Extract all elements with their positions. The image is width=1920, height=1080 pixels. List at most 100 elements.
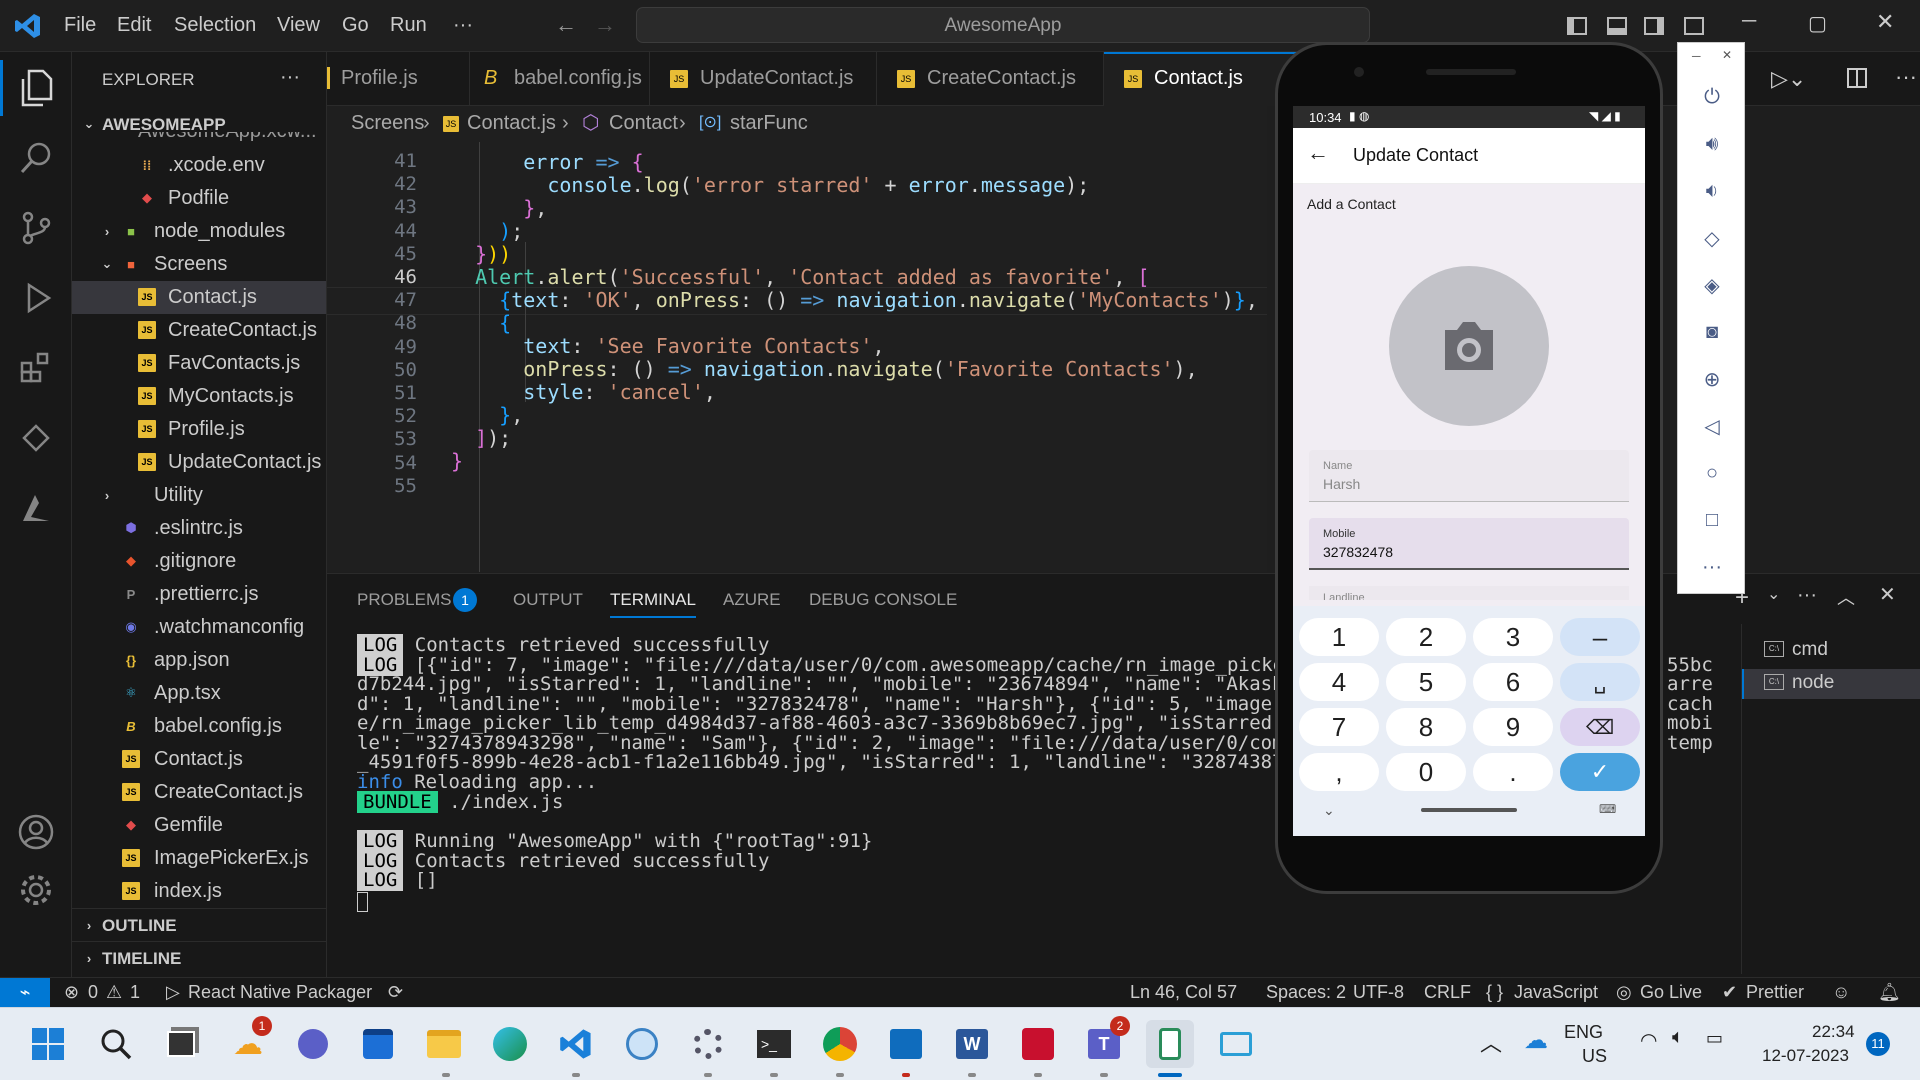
landline-field[interactable]: Landline — [1309, 586, 1629, 600]
key-6[interactable]: 6 — [1473, 663, 1553, 701]
overview-nav-icon[interactable]: □ — [1698, 506, 1726, 534]
word-icon[interactable]: W — [948, 1020, 996, 1068]
tree-item-babel-config[interactable]: Bbabel.config.js — [72, 710, 326, 743]
weather-widget-icon[interactable]: ☁ 1 — [224, 1016, 272, 1068]
tree-folder-screens[interactable]: ⌄ ■ Screens — [72, 248, 326, 281]
testing-icon[interactable] — [14, 416, 58, 460]
tree-item-updatecontact[interactable]: JS UpdateContact.js — [72, 446, 326, 479]
breadcrumb-symbol[interactable]: Contact — [609, 112, 678, 135]
key-0[interactable]: 0 — [1386, 753, 1466, 791]
toggle-secondary-sidebar-icon[interactable] — [1644, 17, 1664, 35]
error-count[interactable]: 0 — [88, 982, 98, 1003]
screenshot-camera-icon[interactable]: ◙ — [1698, 318, 1726, 346]
outlook-icon[interactable] — [882, 1020, 930, 1068]
tree-item-prettierrc[interactable]: P .prettierrc.js — [72, 578, 326, 611]
tree-item-favcontacts[interactable]: JS FavContacts.js — [72, 347, 326, 380]
menu-selection[interactable]: Selection — [174, 14, 256, 37]
tree-item-xcode-env[interactable]: ⁞⁞ .xcode.env — [72, 149, 326, 182]
volume-up-icon[interactable]: 🔊︎ — [1698, 130, 1726, 158]
tab-updatecontact[interactable]: JS UpdateContact.js — [650, 52, 877, 106]
terminal-item-cmd[interactable]: C:\ cmd — [1742, 636, 1920, 666]
key-7[interactable]: 7 — [1299, 708, 1379, 746]
panel-more-icon[interactable]: ··· — [1797, 584, 1817, 607]
feedback-icon[interactable]: ☺ — [1832, 982, 1850, 1003]
tree-item-podfile[interactable]: ◆ Podfile — [72, 182, 326, 215]
account-icon[interactable] — [14, 810, 58, 854]
key-period[interactable]: . — [1473, 753, 1553, 791]
key-9[interactable]: 9 — [1473, 708, 1553, 746]
breadcrumb-function[interactable]: starFunc — [730, 112, 808, 135]
key-2[interactable]: 2 — [1386, 618, 1466, 656]
back-nav-icon[interactable]: ◁ — [1698, 412, 1726, 440]
hide-keyboard-icon[interactable]: ⌄ — [1323, 802, 1335, 819]
name-field[interactable]: Name Harsh — [1309, 450, 1629, 502]
zoom-icon[interactable]: ⊕ — [1698, 365, 1726, 393]
tree-item-profile[interactable]: JS Profile.js — [72, 413, 326, 446]
cursor-position[interactable]: Ln 46, Col 57 — [1130, 982, 1237, 1003]
breadcrumb-screens[interactable]: Screens — [351, 112, 424, 135]
search-icon[interactable] — [92, 1020, 140, 1068]
notifications-bell-icon[interactable]: 🔔︎ — [1878, 982, 1901, 1003]
close-icon[interactable]: ✕ — [1722, 48, 1732, 62]
customize-layout-icon[interactable] — [1684, 17, 1704, 35]
key-5[interactable]: 5 — [1386, 663, 1466, 701]
tree-item-createcontact-root[interactable]: JS CreateContact.js — [72, 776, 326, 809]
teams-chat-icon[interactable] — [289, 1020, 337, 1068]
errors-icon[interactable]: ⊗ — [64, 982, 79, 1003]
tree-item-watchmanconfig[interactable]: ◉ .watchmanconfig — [72, 611, 326, 644]
go-live[interactable]: Go Live — [1640, 982, 1702, 1003]
more-icon[interactable]: ··· — [1698, 553, 1726, 581]
clock-time[interactable]: 22:34 — [1812, 1022, 1855, 1042]
start-windows-icon[interactable] — [24, 1020, 72, 1068]
tab-azure[interactable]: AZURE — [723, 590, 781, 610]
tree-item-eslintrc[interactable]: ⬢ .eslintrc.js — [72, 512, 326, 545]
key-done[interactable]: ✓ — [1560, 753, 1640, 791]
onedrive-cloud-icon[interactable]: ☁ — [1524, 1026, 1548, 1055]
tree-item-mycontacts[interactable]: JS MyContacts.js — [72, 380, 326, 413]
toggle-sidebar-icon[interactable] — [1567, 17, 1587, 35]
volume-down-icon[interactable]: 🔉︎ — [1698, 177, 1726, 205]
tree-item-contact-root[interactable]: JS Contact.js — [72, 743, 326, 776]
tab-output[interactable]: OUTPUT — [513, 590, 583, 610]
volume-icon[interactable]: 🔈︎ — [1672, 1026, 1684, 1049]
mobile-field[interactable]: Mobile 327832478 — [1309, 518, 1629, 570]
power-icon[interactable]: ⏻ — [1698, 83, 1726, 111]
menu-go[interactable]: Go — [342, 14, 369, 37]
language-indicator[interactable]: ENG — [1564, 1022, 1603, 1043]
minimize-icon[interactable]: ─ — [1742, 10, 1756, 33]
toggle-panel-icon[interactable] — [1607, 17, 1627, 35]
tab-debug-console[interactable]: DEBUG CONSOLE — [809, 590, 957, 610]
battery-icon[interactable]: ▭ — [1706, 1028, 1723, 1049]
packager-status[interactable]: React Native Packager — [188, 982, 372, 1003]
sync-icon[interactable]: ⟳ — [388, 982, 403, 1003]
key-1[interactable]: 1 — [1299, 618, 1379, 656]
settings-gear-icon[interactable] — [14, 868, 58, 912]
tab-contact-active[interactable]: JS Contact.js — [1104, 52, 1304, 106]
keyboard-switch-icon[interactable]: ⌨ — [1599, 802, 1616, 816]
notification-badge[interactable]: 11 — [1866, 1032, 1890, 1056]
rotate-right-icon[interactable]: ◈ — [1698, 271, 1726, 299]
terminal-item-node[interactable]: C:\ node — [1742, 669, 1920, 699]
tree-item-imagepickerex[interactable]: JS ImagePickerEx.js — [72, 842, 326, 875]
rotate-left-icon[interactable]: ◇ — [1698, 224, 1726, 252]
region-indicator[interactable]: US — [1582, 1046, 1607, 1067]
tree-item-contact-js-selected[interactable]: JS Contact.js — [72, 281, 326, 314]
code-editor[interactable]: 41 42 43 44 45 46 47 48 49 50 51 52 53 54 55 error => … — [327, 142, 1267, 572]
menu-run[interactable]: Run — [390, 14, 427, 37]
edge-browser-icon[interactable] — [486, 1020, 534, 1068]
language-mode[interactable]: JavaScript — [1514, 982, 1598, 1003]
tab-babel-config[interactable]: Bbabel.config.js — [470, 52, 650, 106]
tree-folder-utility[interactable]: › Utility — [72, 479, 326, 512]
extensions-icon[interactable] — [14, 346, 58, 390]
tab-problems[interactable]: PROBLEMS — [357, 590, 451, 610]
chrome-browser-icon[interactable] — [816, 1020, 864, 1068]
snipping-tool-icon[interactable] — [1212, 1020, 1260, 1068]
explorer-more-icon[interactable]: ··· — [280, 66, 300, 89]
outline-section[interactable]: › OUTLINE — [72, 908, 326, 941]
split-editor-icon[interactable] — [1847, 68, 1867, 88]
menu-file[interactable]: File — [64, 14, 96, 37]
tree-item-gemfile[interactable]: ◆ Gemfile — [72, 809, 326, 842]
gesture-bar[interactable] — [1421, 808, 1517, 812]
tree-item-gitignore[interactable]: ◆ .gitignore — [72, 545, 326, 578]
acrobat-icon[interactable] — [1014, 1020, 1062, 1068]
